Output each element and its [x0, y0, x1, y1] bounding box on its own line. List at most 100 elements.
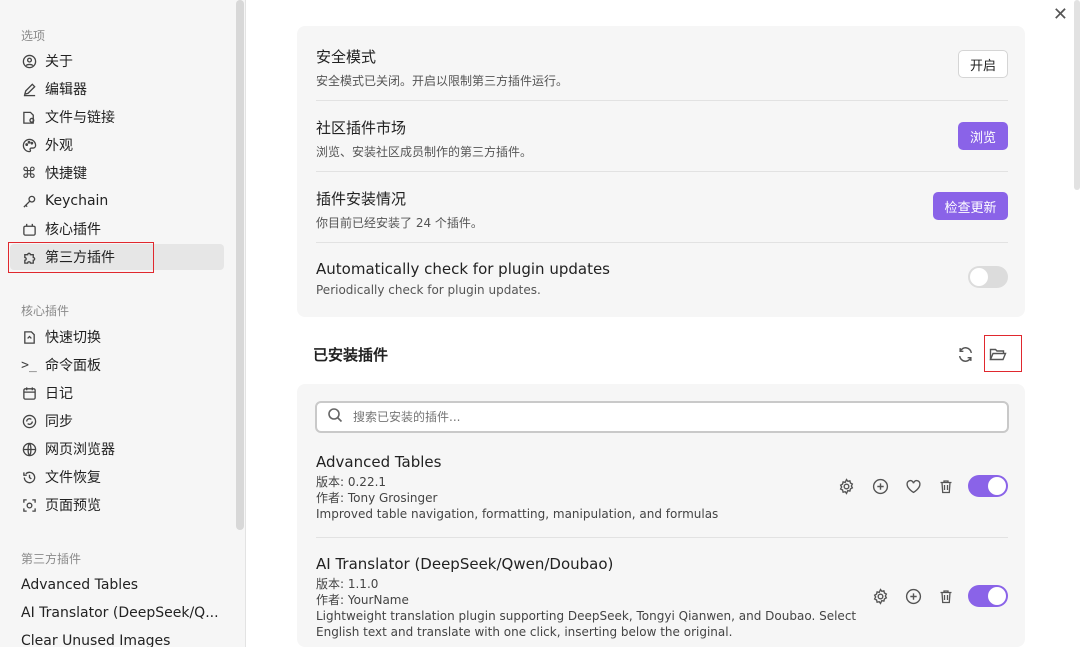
calendar-icon: [21, 385, 37, 401]
sidebar-item-daily-notes[interactable]: 日记: [10, 380, 224, 406]
sidebar-plugin-advanced-tables[interactable]: Advanced Tables: [21, 577, 138, 593]
third-party-section-header: 第三方插件: [21, 552, 82, 566]
sidebar-item-appearance[interactable]: 外观: [10, 132, 224, 158]
sidebar-plugin-clear-unused-images[interactable]: Clear Unused Images: [21, 633, 170, 647]
sidebar-item-label: 关于: [45, 54, 73, 70]
auto-check-toggle[interactable]: [968, 266, 1008, 288]
sidebar-scrollbar[interactable]: [236, 0, 244, 530]
history-icon: [21, 469, 37, 485]
sidebar-item-label: Keychain: [45, 193, 109, 209]
plugin-author: 作者: YourName: [316, 593, 409, 607]
divider: [316, 100, 1008, 101]
sidebar-item-label: 同步: [45, 414, 73, 430]
community-plugins-title: 社区插件市场: [316, 119, 407, 137]
auto-check-desc: Periodically check for plugin updates.: [316, 283, 541, 297]
sidebar-item-page-preview[interactable]: 页面预览: [10, 492, 224, 518]
preview-icon: [21, 497, 37, 513]
installed-status-title: 插件安装情况: [316, 190, 407, 208]
toggle-knob: [970, 268, 988, 286]
check-updates-button[interactable]: 检查更新: [933, 192, 1008, 220]
installed-status-desc: 你目前已经安装了 24 个插件。: [316, 216, 483, 230]
toggle-knob: [988, 587, 1006, 605]
plugin-description: Improved table navigation, formatting, m…: [316, 507, 719, 521]
plugin-item: Advanced Tables 版本: 0.22.1 作者: Tony Gros…: [316, 453, 876, 522]
sidebar-item-sync[interactable]: 同步: [10, 408, 224, 434]
search-icon: [327, 407, 343, 427]
sidebar-plugin-ai-translator[interactable]: AI Translator (DeepSeek/Q...: [21, 605, 219, 621]
community-plugins-row: 社区插件市场 浏览、安装社区成员制作的第三方插件。: [316, 117, 1008, 160]
installed-plugins-header: 已安装插件: [313, 346, 389, 364]
safe-mode-title: 安全模式: [316, 48, 377, 66]
auto-check-row: Automatically check for plugin updates P…: [316, 260, 1008, 297]
sync-icon: [21, 413, 37, 429]
key-icon: [21, 193, 37, 209]
settings-sidebar: 选项 关于 编辑器 文件与链接 外观 ⌘ 快捷键 Keychain 核心插件 第…: [0, 0, 246, 647]
reload-icon[interactable]: [955, 344, 975, 364]
sidebar-item-label: 网页浏览器: [45, 442, 115, 458]
palette-icon: [21, 137, 37, 153]
sidebar-item-label: 快速切换: [45, 330, 101, 346]
file-link-icon: [21, 109, 37, 125]
trash-icon[interactable]: [937, 587, 955, 605]
trash-icon[interactable]: [937, 477, 955, 495]
highlight-box-folder: [984, 335, 1022, 372]
community-plugins-desc: 浏览、安装社区成员制作的第三方插件。: [316, 145, 533, 159]
sidebar-item-label: 文件恢复: [45, 470, 101, 486]
quick-switch-icon: [21, 329, 37, 345]
sidebar-item-keychain[interactable]: Keychain: [10, 188, 224, 214]
sidebar-item-label: 命令面板: [45, 358, 101, 374]
sidebar-item-core-plugins[interactable]: 核心插件: [10, 216, 224, 242]
auto-check-title: Automatically check for plugin updates: [316, 260, 611, 278]
sidebar-item-command-palette[interactable]: >_ 命令面板: [10, 352, 224, 378]
plugin-description-line-1: Lightweight translation plugin supportin…: [316, 609, 857, 623]
highlight-box-third-party: [8, 242, 154, 273]
sidebar-item-editor[interactable]: 编辑器: [10, 76, 224, 102]
plugin-search-box[interactable]: [315, 401, 1009, 433]
divider: [316, 171, 1008, 172]
plugin-item: AI Translator (DeepSeek/Qwen/Doubao) 版本:…: [316, 555, 876, 640]
plug-icon: [21, 221, 37, 237]
divider: [316, 537, 1008, 538]
sidebar-item-label: 核心插件: [45, 222, 101, 238]
safe-mode-enable-button[interactable]: 开启: [958, 50, 1008, 78]
plugin-author: 作者: Tony Grosinger: [316, 491, 438, 505]
plugin-enable-toggle[interactable]: [968, 475, 1008, 497]
toggle-knob: [988, 477, 1006, 495]
options-section-header: 选项: [21, 29, 46, 43]
plugin-name: Advanced Tables: [316, 453, 442, 471]
sidebar-item-quick-switcher[interactable]: 快速切换: [10, 324, 224, 350]
settings-gear-icon[interactable]: [871, 587, 889, 605]
command-icon: ⌘: [21, 164, 37, 182]
heart-icon[interactable]: [904, 477, 922, 495]
safe-mode-desc: 安全模式已关闭。开启以限制第三方插件运行。: [316, 74, 569, 88]
content-scrollbar[interactable]: [1074, 0, 1080, 190]
sidebar-item-label: 页面预览: [45, 498, 101, 514]
sidebar-item-label: 外观: [45, 138, 73, 154]
sidebar-item-files-links[interactable]: 文件与链接: [10, 104, 224, 130]
plugin-search-input[interactable]: [353, 410, 953, 424]
sidebar-item-label: 编辑器: [45, 82, 87, 98]
settings-gear-icon[interactable]: [837, 477, 855, 495]
divider: [316, 242, 1008, 243]
sidebar-item-label: 日记: [45, 386, 73, 402]
add-hotkey-icon[interactable]: [904, 587, 922, 605]
user-circle-icon: [21, 53, 37, 69]
sidebar-item-web-viewer[interactable]: 网页浏览器: [10, 436, 224, 462]
plugin-description-line-2: English text and translate with one clic…: [316, 625, 733, 639]
core-section-header: 核心插件: [21, 304, 70, 318]
installed-status-row: 插件安装情况 你目前已经安装了 24 个插件。: [316, 188, 1008, 231]
pencil-icon: [21, 81, 37, 97]
plugin-version: 版本: 1.1.0: [316, 577, 379, 591]
plugin-name: AI Translator (DeepSeek/Qwen/Doubao): [316, 555, 614, 573]
plugin-enable-toggle[interactable]: [968, 585, 1008, 607]
terminal-icon: >_: [21, 357, 37, 373]
sidebar-item-label: 文件与链接: [45, 110, 115, 126]
sidebar-item-file-recovery[interactable]: 文件恢复: [10, 464, 224, 490]
plugin-settings-card: 安全模式 安全模式已关闭。开启以限制第三方插件运行。 开启 社区插件市场 浏览、…: [297, 26, 1025, 317]
add-hotkey-icon[interactable]: [871, 477, 889, 495]
close-icon[interactable]: ✕: [1053, 4, 1068, 25]
sidebar-item-about[interactable]: 关于: [10, 48, 224, 74]
sidebar-item-hotkeys[interactable]: ⌘ 快捷键: [10, 160, 224, 186]
browse-button[interactable]: 浏览: [958, 122, 1008, 150]
safe-mode-row: 安全模式 安全模式已关闭。开启以限制第三方插件运行。: [316, 46, 1008, 89]
